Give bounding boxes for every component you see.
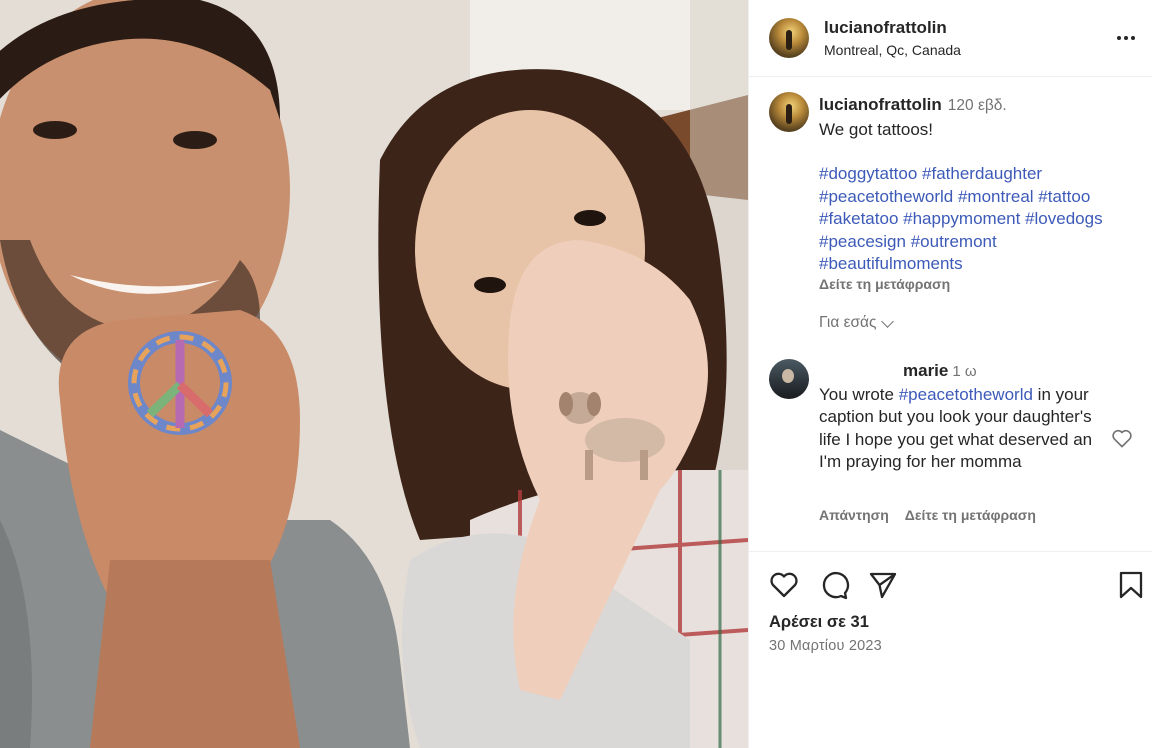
comment-filter-label: Για εσάς	[819, 314, 877, 331]
comment-like-heart-icon[interactable]	[1111, 428, 1133, 448]
hashtag-line: #faketatoo #happymoment #lovedogs	[819, 208, 1139, 231]
hashtag-line: #doggytattoo #fatherdaughter	[819, 163, 1139, 186]
comment-hashtag-link[interactable]: #peacetotheworld	[899, 385, 1033, 404]
post-caption: lucianofrattolin 120 εβδ. We got tattoos!…	[819, 94, 1139, 292]
hashtag-link[interactable]: #faketatoo	[819, 209, 898, 228]
author-avatar[interactable]	[769, 18, 809, 58]
post-side-panel: lucianofrattolin Montreal, Qc, Canada lu…	[748, 0, 1152, 748]
hashtag-line: #peacetotheworld #montreal #tattoo	[819, 186, 1139, 209]
comment-text-before: You wrote	[819, 384, 899, 404]
hashtag-link[interactable]: #peacesign	[819, 232, 906, 251]
comment-filter-dropdown[interactable]: Για εσάς	[819, 314, 894, 332]
comment-see-translation-button[interactable]: Δείτε τη μετάφραση	[905, 507, 1036, 523]
comment-actions: Απάντηση Δείτε τη μετάφραση	[819, 507, 1036, 523]
caption-author-avatar[interactable]	[769, 92, 809, 132]
hashtag-line: #beautifulmoments	[819, 253, 1139, 276]
reply-button[interactable]: Απάντηση	[819, 507, 889, 523]
hashtag-link[interactable]: #fatherdaughter	[922, 164, 1042, 183]
post-header: lucianofrattolin Montreal, Qc, Canada	[749, 0, 1152, 77]
post-photo[interactable]	[0, 0, 748, 748]
post-location[interactable]: Montreal, Qc, Canada	[824, 42, 961, 58]
comment-bubble-icon[interactable]	[818, 569, 850, 601]
hashtag-link[interactable]: #outremont	[911, 232, 997, 251]
photo-illustration	[0, 0, 748, 748]
more-options-icon[interactable]	[1112, 24, 1140, 52]
paper-plane-icon[interactable]	[867, 569, 899, 601]
hashtag-link[interactable]: #tattoo	[1038, 187, 1090, 206]
hashtag-link[interactable]: #doggytattoo	[819, 164, 917, 183]
commenter-username[interactable]: marie	[903, 361, 948, 380]
hashtag-line: #peacesign #outremont	[819, 231, 1139, 254]
post-date[interactable]: 30 Μαρτίου 2023	[769, 638, 882, 654]
hashtag-link[interactable]: #beautifulmoments	[819, 254, 963, 273]
caption-see-translation-button[interactable]: Δείτε τη μετάφραση	[819, 276, 1139, 292]
caption-text: We got tattoos!	[819, 119, 934, 139]
comment-time[interactable]: 1 ω	[952, 363, 976, 380]
commenter-avatar[interactable]	[769, 359, 809, 399]
bookmark-icon[interactable]	[1115, 569, 1147, 601]
caption-hashtags: #doggytattoo #fatherdaughter #peacetothe…	[819, 163, 1139, 276]
caption-username[interactable]: lucianofrattolin	[819, 95, 942, 114]
author-username[interactable]: lucianofrattolin	[824, 18, 947, 38]
like-count[interactable]: Αρέσει σε 31	[769, 613, 869, 632]
hashtag-link[interactable]: #happymoment	[903, 209, 1020, 228]
caption-time[interactable]: 120 εβδ.	[948, 97, 1007, 114]
post-actions-bar: Αρέσει σε 31 30 Μαρτίου 2023	[749, 551, 1152, 748]
chevron-down-icon	[880, 314, 894, 328]
hashtag-link[interactable]: #peacetotheworld	[819, 187, 953, 206]
heart-icon[interactable]	[768, 569, 800, 601]
comment-item: marie 1 ω You wrote #peacetotheworld in y…	[819, 360, 1099, 474]
hashtag-link[interactable]: #montreal	[958, 187, 1034, 206]
hashtag-link[interactable]: #lovedogs	[1025, 209, 1103, 228]
comment-text: You wrote #peacetotheworld in your capti…	[819, 384, 1099, 474]
comments-section: lucianofrattolin 120 εβδ. We got tattoos!…	[749, 77, 1152, 551]
